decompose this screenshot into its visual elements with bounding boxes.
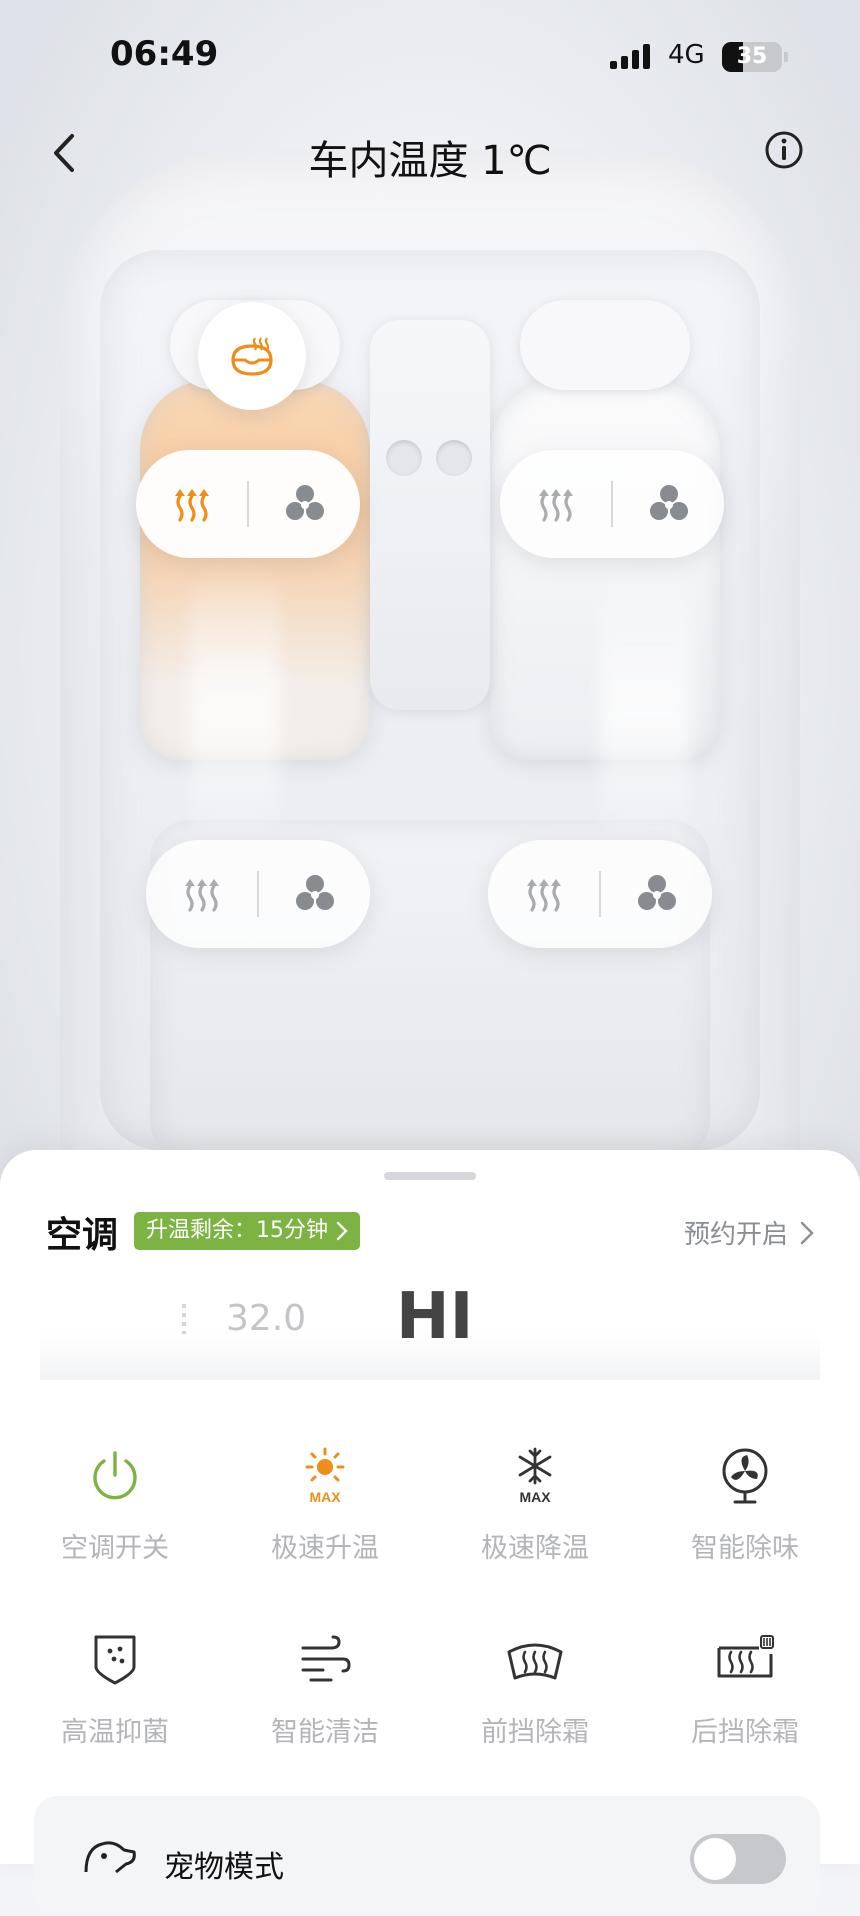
pet-icon bbox=[84, 1841, 136, 1874]
rear-right-seat-control bbox=[488, 840, 712, 948]
smart-clean-button[interactable]: 智能清洁 bbox=[220, 1624, 430, 1749]
rear-left-seat-heat-button[interactable] bbox=[146, 840, 257, 948]
steering-wheel-heat-button[interactable] bbox=[198, 302, 306, 410]
ac-section-title: 空调 bbox=[46, 1215, 119, 1256]
fan-icon bbox=[637, 875, 676, 910]
max-text: MAX bbox=[519, 1489, 551, 1505]
heating-remaining-badge[interactable]: 升温剩余：15分钟 bbox=[134, 1212, 360, 1250]
front-right-seat-vent-button[interactable] bbox=[613, 450, 724, 558]
function-label: 后挡除霜 bbox=[691, 1717, 799, 1748]
rapid-heat-button[interactable]: MAX 极速升温 bbox=[220, 1440, 430, 1565]
pet-mode-toggle[interactable] bbox=[690, 1834, 786, 1884]
chevron-right-icon bbox=[800, 1221, 814, 1244]
rear-left-seat-control bbox=[146, 840, 370, 948]
front-left-seat-vent-button[interactable] bbox=[249, 450, 360, 558]
temperature-picker[interactable]: 32.0 HI bbox=[40, 1260, 820, 1380]
smart-deodorize-button[interactable]: 智能除味 bbox=[640, 1440, 850, 1565]
temperature-option[interactable]: 32.0 bbox=[226, 1298, 306, 1339]
status-time: 06:49 bbox=[110, 34, 219, 74]
front-left-seat-control bbox=[136, 450, 360, 558]
sun-max-icon: MAX bbox=[305, 1447, 345, 1505]
seat-heat-icon bbox=[184, 879, 219, 912]
front-left-seat-heat-button[interactable] bbox=[136, 450, 247, 558]
temperature-selected: HI bbox=[396, 1280, 474, 1354]
function-label: 极速降温 bbox=[481, 1533, 589, 1564]
fan-icon bbox=[649, 485, 688, 520]
battery-icon: 35 bbox=[722, 42, 782, 72]
function-label: 前挡除霜 bbox=[481, 1717, 589, 1748]
function-label: 智能清洁 bbox=[271, 1717, 379, 1748]
fan-deodorize-icon bbox=[722, 1448, 768, 1504]
seat-heat-icon bbox=[526, 879, 561, 912]
front-right-seat-heat-button[interactable] bbox=[500, 450, 611, 558]
fan-icon bbox=[285, 485, 324, 520]
signal-icon bbox=[610, 44, 650, 69]
sheet-drag-handle[interactable] bbox=[384, 1172, 476, 1180]
front-right-seat-control bbox=[500, 450, 724, 558]
rear-defrost-button[interactable]: 后挡除霜 bbox=[640, 1624, 850, 1749]
rear-right-seat-vent-button[interactable] bbox=[601, 840, 712, 948]
shield-bacteria-icon bbox=[94, 1635, 136, 1685]
power-icon bbox=[93, 1451, 137, 1500]
snowflake-max-icon: MAX bbox=[518, 1447, 552, 1505]
heating-remaining-text: 升温剩余：15分钟 bbox=[146, 1218, 328, 1243]
fan-icon bbox=[295, 875, 334, 910]
network-type: 4G bbox=[668, 40, 705, 70]
schedule-start-link[interactable]: 预约开启 bbox=[684, 1214, 814, 1251]
chevron-right-icon bbox=[336, 1221, 348, 1241]
rear-defrost-icon bbox=[717, 1635, 774, 1678]
max-text: MAX bbox=[309, 1489, 341, 1505]
page-title: 车内温度 1℃ bbox=[308, 138, 552, 184]
steering-wheel-heat-icon bbox=[231, 337, 273, 376]
rear-right-seat-heat-button[interactable] bbox=[488, 840, 599, 948]
seat-heat-icon bbox=[174, 489, 209, 522]
passenger-headrest bbox=[520, 300, 690, 390]
function-label: 极速升温 bbox=[271, 1533, 379, 1564]
schedule-label: 预约开启 bbox=[683, 1220, 788, 1250]
ac-power-toggle[interactable]: 空调开关 bbox=[10, 1440, 220, 1565]
seat-heat-icon bbox=[538, 489, 573, 522]
rear-left-seat-vent-button[interactable] bbox=[259, 840, 370, 948]
function-label: 高温抑菌 bbox=[61, 1717, 169, 1748]
function-label: 智能除味 bbox=[691, 1533, 799, 1564]
pet-mode-label: 宠物模式 bbox=[164, 1850, 284, 1885]
front-defrost-button[interactable]: 前挡除霜 bbox=[430, 1624, 640, 1749]
high-temp-sterilize-button[interactable]: 高温抑菌 bbox=[10, 1624, 220, 1749]
center-console bbox=[370, 320, 490, 710]
front-defrost-icon bbox=[507, 1643, 563, 1680]
rapid-cool-button[interactable]: MAX 极速降温 bbox=[430, 1440, 640, 1565]
function-label: 空调开关 bbox=[61, 1533, 169, 1564]
wind-clean-icon bbox=[301, 1635, 351, 1682]
info-icon[interactable] bbox=[764, 130, 804, 170]
battery-level: 35 bbox=[736, 44, 768, 69]
